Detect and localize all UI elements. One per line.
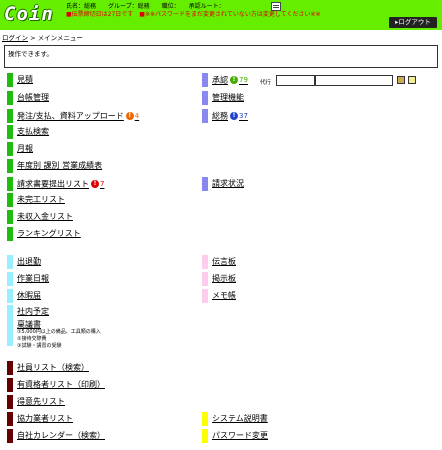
menu-bar — [202, 177, 208, 191]
alert-badge-icon: ! — [125, 112, 134, 120]
menu-bar — [7, 305, 13, 319]
proxy-group-input[interactable] — [276, 75, 315, 86]
user-info: 氏名：総務 グループ：総務 職位： 承認ルート： — [66, 3, 225, 10]
header-bar: Coin 氏名：総務 グループ：総務 職位： 承認ルート： ■伝票締切日は27日… — [0, 0, 442, 30]
menu-bar — [202, 412, 208, 426]
menu-label: パスワード変更 — [212, 431, 268, 440]
menu-label: 支払検索 — [17, 127, 49, 136]
notice-text: ■伝票締切日は27日です ■※※パスワードをまだ変更されていない方は変更してくだ… — [66, 11, 321, 18]
menu-label: 総務! 37 — [212, 111, 248, 121]
menu-bar — [7, 429, 13, 443]
menu-label: 伝言板 — [212, 257, 236, 266]
ringi-note: ①5,000円以上の備品、工具類の購入 — [17, 329, 101, 335]
menu-label: 得意先リスト — [17, 397, 65, 406]
menu-bar — [7, 91, 13, 105]
menu-bar — [202, 429, 208, 443]
menu-label: 年度別 課別 営業成績表 — [17, 161, 103, 170]
menu-bar — [7, 395, 13, 409]
route-info-icon[interactable] — [271, 2, 281, 11]
ringi-note: ②接待交際費 — [17, 336, 47, 342]
menu-bar — [202, 73, 208, 87]
menu-label: 承認! 79 — [212, 75, 248, 85]
lock-icon[interactable] — [408, 76, 416, 84]
breadcrumb-current: メインメニュー — [37, 34, 83, 42]
menu-label: 出退勤 — [17, 257, 41, 266]
folder-icon[interactable] — [397, 76, 405, 84]
breadcrumb-separator: > — [28, 34, 38, 42]
menu-label: 管理機能 — [212, 93, 244, 102]
menu-bar — [7, 109, 13, 123]
menu-bar — [7, 73, 13, 87]
alert-badge-icon: ! — [91, 180, 99, 188]
menu-label: 請求状況 — [212, 179, 244, 188]
menu-label: 発注/支払、資料アップロード! 4 — [17, 111, 140, 121]
menu-bar — [7, 159, 13, 173]
proxy-label: 代行 — [260, 80, 272, 86]
menu-bar — [202, 91, 208, 105]
menu-bar — [7, 142, 13, 156]
menu-label: システム説明書 — [212, 414, 268, 423]
app-logo: Coin — [4, 3, 54, 25]
menu-label: ランキングリスト — [17, 229, 81, 238]
alert-badge-icon: ! — [230, 112, 238, 120]
pending-count: 79 — [239, 76, 248, 84]
menu-bar — [7, 318, 13, 346]
menu-bar — [7, 361, 13, 375]
menu-bar — [7, 412, 13, 426]
menu-bar — [7, 255, 13, 269]
menu-label: 作業日報 — [17, 274, 49, 283]
menu-label: 未収入金リスト — [17, 212, 73, 221]
menu-label: 台帳管理 — [17, 93, 49, 102]
pending-count: 7 — [100, 180, 105, 188]
menu-bar — [7, 378, 13, 392]
menu-bar — [202, 109, 208, 123]
ringi-note: ③試験・講習の受験 — [17, 343, 62, 349]
logout-button[interactable]: ▸ログアウト — [389, 17, 437, 28]
menu-bar — [7, 272, 13, 286]
menu-label: 月報 — [17, 144, 33, 153]
menu-label: 社内予定 — [17, 307, 49, 316]
menu-bar — [202, 289, 208, 303]
ringi-notes: ①5,000円以上の備品、工具類の購入 ②接待交際費 ③試験・講習の受験 — [17, 329, 101, 350]
breadcrumb: ログイン > メインメニュー — [2, 32, 83, 42]
menu-bar — [7, 289, 13, 303]
menu-bar — [7, 193, 13, 207]
message-box: 操作できます。 — [4, 45, 438, 68]
pending-count: 4 — [134, 112, 140, 120]
menu-label: 請求書要提出リスト! 7 — [17, 179, 105, 189]
pending-count: 37 — [239, 112, 248, 120]
menu-bar — [7, 227, 13, 241]
breadcrumb-login-link[interactable]: ログイン — [2, 34, 28, 42]
alert-badge-icon: ! — [230, 76, 238, 84]
menu-label: 見積 — [17, 75, 33, 84]
menu-label: 協力業者リスト — [17, 414, 73, 423]
proxy-user-input[interactable] — [315, 75, 393, 86]
message-text: 操作できます。 — [8, 50, 53, 58]
menu-bar — [7, 177, 13, 191]
menu-label: 掲示板 — [212, 274, 236, 283]
menu-label: 有資格者リスト（印刷） — [17, 380, 105, 389]
menu-bar — [202, 255, 208, 269]
menu-label: 自社カレンダー（検索） — [17, 431, 105, 440]
menu-label: 未完工リスト — [17, 195, 65, 204]
menu-label: メモ帳 — [212, 291, 236, 300]
menu-bar — [7, 210, 13, 224]
menu-bar — [202, 272, 208, 286]
menu-label: 社員リスト（検索） — [17, 363, 89, 372]
menu-bar — [7, 125, 13, 139]
menu-label: 休暇届 — [17, 291, 41, 300]
